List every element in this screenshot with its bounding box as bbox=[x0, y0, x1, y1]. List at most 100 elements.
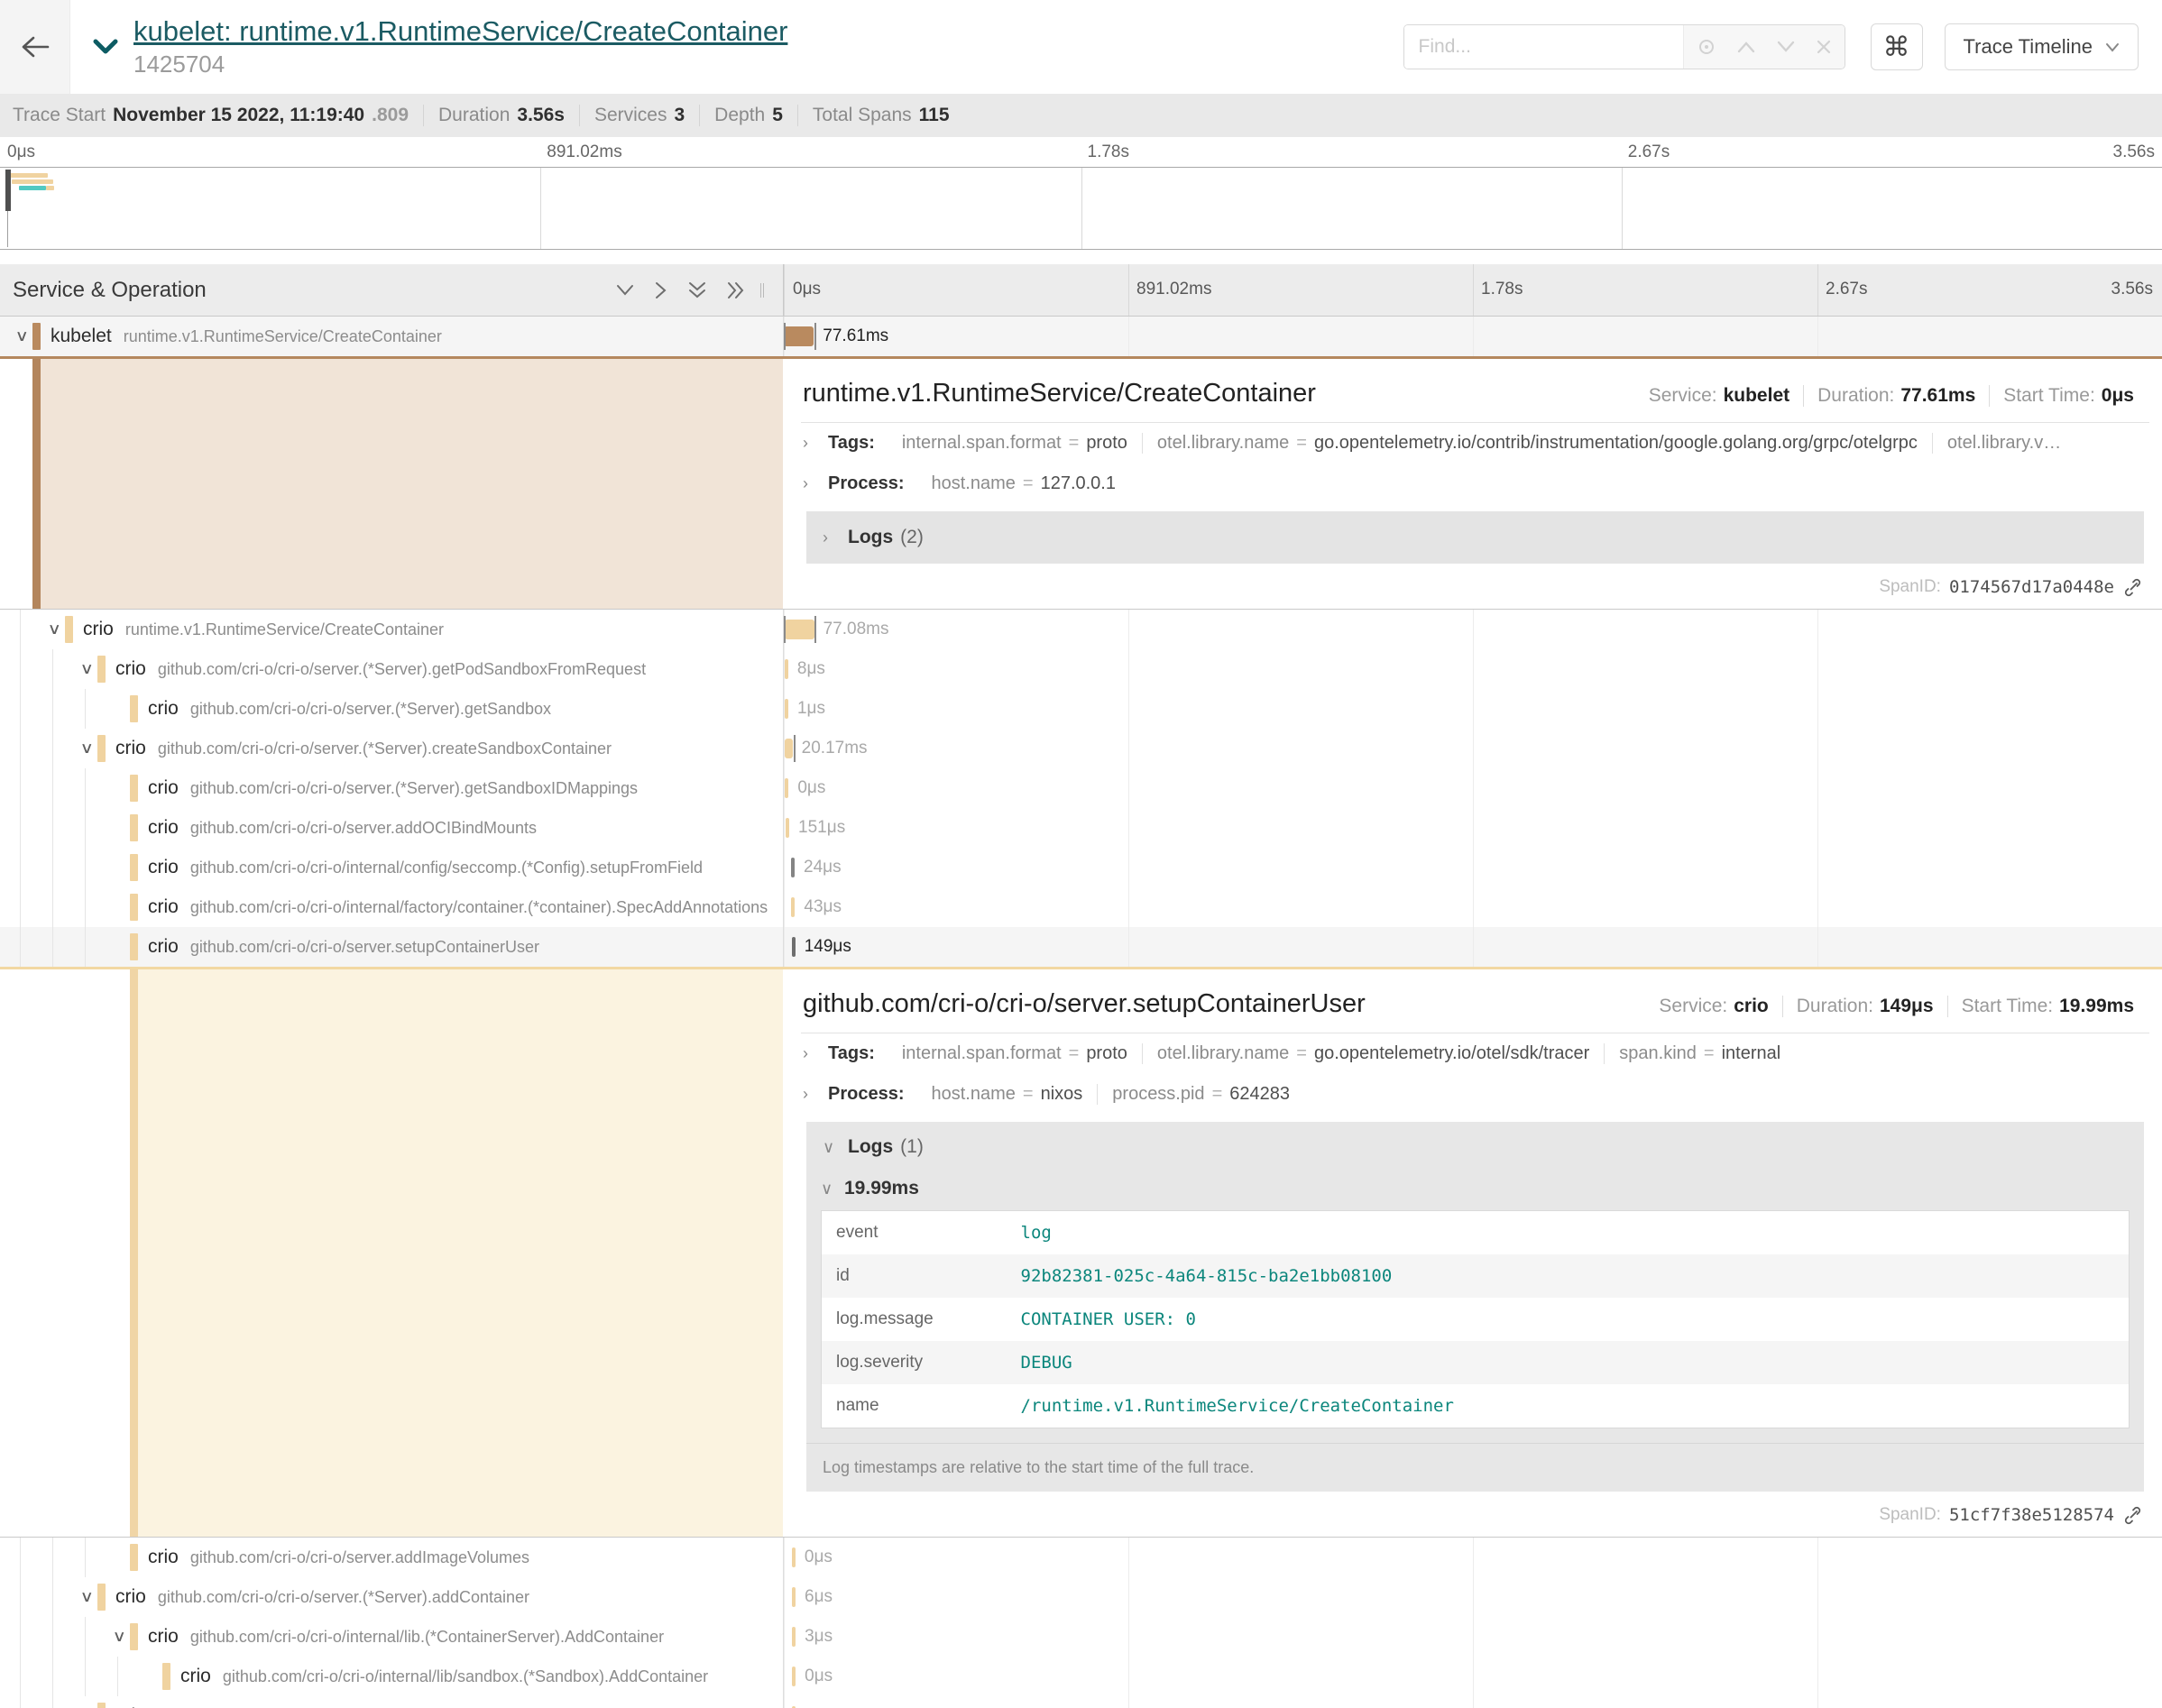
deep-link-icon[interactable] bbox=[2123, 1506, 2142, 1525]
span-detail-title: github.com/cri-o/cri-o/server.setupConta… bbox=[803, 989, 1645, 1019]
chevron-down-icon[interactable] bbox=[11, 327, 32, 345]
span-duration-bar[interactable] bbox=[786, 818, 789, 838]
back-button[interactable] bbox=[0, 0, 70, 94]
span-row[interactable]: crio github.com/cri-o/cri-o/internal/fac… bbox=[0, 887, 2162, 927]
log-entry: ∨ 19.99ms eventlog id92b82381-025c-4a64-… bbox=[806, 1172, 2144, 1428]
span-row[interactable]: crio github.com/cri-o/cri-o/internal/con… bbox=[0, 848, 2162, 887]
expand-all-double-chevron-down-icon[interactable] bbox=[687, 281, 707, 299]
trace-title-link[interactable]: kubelet: runtime.v1.RuntimeService/Creat… bbox=[133, 15, 787, 48]
find-input[interactable] bbox=[1404, 25, 1683, 69]
span-name-cell[interactable]: crio runtime.v1.RuntimeService/CreateCon… bbox=[0, 610, 783, 649]
operation-name: github.com/cri-o/cri-o/server.(*Server).… bbox=[190, 700, 551, 719]
span-name-cell[interactable]: crio github.com/cri-o/cri-o/server.(*Ser… bbox=[0, 729, 783, 768]
span-duration-bar[interactable] bbox=[785, 739, 793, 758]
span-color-bar bbox=[130, 1623, 138, 1650]
deep-link-icon[interactable] bbox=[2123, 578, 2142, 597]
span-name-cell[interactable]: crio github.com/cri-o/cri-o/server.(*Ser… bbox=[0, 649, 783, 689]
span-row[interactable]: crio github.com/cri-o/cri-o/server.(*Ser… bbox=[0, 649, 2162, 689]
span-duration-bar[interactable] bbox=[785, 620, 814, 639]
span-row[interactable]: kubelet runtime.v1.RuntimeService/Create… bbox=[0, 317, 2162, 356]
span-row[interactable]: crio github.com/cri-o/cri-o/server.(*Ser… bbox=[0, 689, 2162, 729]
span-name-cell[interactable]: kubelet runtime.v1.RuntimeService/Create… bbox=[0, 317, 783, 356]
log-field-row: log.messageCONTAINER USER: 0 bbox=[822, 1298, 2130, 1341]
find-next-chevron-down-icon[interactable] bbox=[1776, 41, 1796, 53]
span-row[interactable]: crio github.com/cri-o/cri-o/server.(*Ser… bbox=[0, 1577, 2162, 1617]
collapse-all-double-chevron-right-icon[interactable] bbox=[727, 280, 745, 300]
span-duration-bar[interactable] bbox=[791, 897, 795, 917]
span-name-cell[interactable]: crio github.com/cri-o/cri-o/server.(*Ser… bbox=[0, 1577, 783, 1617]
span-duration-bar[interactable] bbox=[791, 858, 795, 877]
span-timeline-cell[interactable]: 149μs bbox=[783, 927, 2162, 967]
span-timeline-cell[interactable]: 3μs bbox=[783, 1617, 2162, 1657]
span-timeline-cell[interactable]: 8μs bbox=[783, 649, 2162, 689]
trace-title-block: kubelet: runtime.v1.RuntimeService/Creat… bbox=[133, 15, 787, 78]
span-timeline-cell[interactable]: 20.17ms bbox=[783, 729, 2162, 768]
logs-accordion[interactable]: › Logs(2) bbox=[806, 511, 2144, 564]
span-timeline-cell[interactable]: 0μs bbox=[783, 1696, 2162, 1708]
span-name-cell[interactable]: crio github.com/cri-o/cri-o/server.(*Ser… bbox=[0, 768, 783, 808]
chevron-down-icon[interactable] bbox=[76, 739, 97, 758]
span-row[interactable]: crio github.com/cri-o/cri-o/internal/lib… bbox=[0, 1617, 2162, 1657]
locate-span-icon[interactable] bbox=[1697, 37, 1716, 57]
span-duration-bar[interactable] bbox=[785, 699, 788, 719]
tags-accordion[interactable]: › Tags: internal.span.format=proto otel.… bbox=[801, 1033, 2149, 1074]
span-name-cell[interactable]: crio github.com/cri-o/cri-o/internal/fac… bbox=[0, 887, 783, 927]
span-name-cell[interactable]: crio github.com/cri-o/cri-o/server.(*Ser… bbox=[0, 689, 783, 729]
span-duration-bar[interactable] bbox=[785, 659, 788, 679]
span-duration-bar[interactable] bbox=[785, 778, 788, 798]
minimap-canvas[interactable] bbox=[0, 167, 2162, 250]
span-name-cell[interactable]: crio github.com/cri-o/cri-o/internal/lib… bbox=[0, 1617, 783, 1657]
span-timeline-cell[interactable]: 43μs bbox=[783, 887, 2162, 927]
process-accordion[interactable]: › Process: host.name=127.0.0.1 bbox=[801, 464, 2149, 504]
service-name: crio bbox=[115, 658, 146, 680]
operation-name: runtime.v1.RuntimeService/CreateContaine… bbox=[125, 620, 444, 639]
span-row[interactable]: crio github.com/cri-o/cri-o/server.(*Ser… bbox=[0, 1696, 2162, 1708]
collapse-header-chevron-down-icon[interactable] bbox=[92, 38, 119, 56]
find-clear-close-icon[interactable] bbox=[1816, 39, 1832, 55]
span-duration-bar[interactable] bbox=[792, 1587, 796, 1607]
span-timeline-cell[interactable]: 24μs bbox=[783, 848, 2162, 887]
span-name-cell[interactable]: crio github.com/cri-o/cri-o/server.addOC… bbox=[0, 808, 783, 848]
chevron-down-icon[interactable] bbox=[76, 1588, 97, 1606]
span-row[interactable]: crio github.com/cri-o/cri-o/server.setup… bbox=[0, 927, 2162, 967]
span-duration-bar[interactable] bbox=[792, 1667, 796, 1686]
span-name-cell[interactable]: crio github.com/cri-o/cri-o/internal/lib… bbox=[0, 1657, 783, 1696]
span-timeline-cell[interactable]: 77.08ms bbox=[783, 610, 2162, 649]
span-duration-bar[interactable] bbox=[792, 1547, 796, 1567]
chevron-down-icon[interactable] bbox=[76, 660, 97, 678]
trace-view-selector[interactable]: Trace Timeline bbox=[1945, 23, 2139, 70]
keyboard-shortcuts-button[interactable]: ⌘ bbox=[1871, 23, 1923, 70]
span-name-cell[interactable]: crio github.com/cri-o/cri-o/server.(*Ser… bbox=[0, 1696, 783, 1708]
logs-accordion[interactable]: ∨ Logs(1) bbox=[806, 1122, 2144, 1172]
span-timeline-cell[interactable]: 0μs bbox=[783, 768, 2162, 808]
column-resizer-handle[interactable] bbox=[758, 283, 767, 298]
span-timeline-cell[interactable]: 0μs bbox=[783, 1657, 2162, 1696]
span-row[interactable]: crio github.com/cri-o/cri-o/server.(*Ser… bbox=[0, 729, 2162, 768]
span-timeline-cell[interactable]: 151μs bbox=[783, 808, 2162, 848]
process-accordion[interactable]: › Process: host.name=nixos process.pid=6… bbox=[801, 1074, 2149, 1115]
span-row[interactable]: crio github.com/cri-o/cri-o/internal/lib… bbox=[0, 1657, 2162, 1696]
minimap-scrubber-handle[interactable] bbox=[5, 170, 11, 211]
span-duration-bar[interactable] bbox=[792, 937, 796, 957]
span-timeline-cell[interactable]: 1μs bbox=[783, 689, 2162, 729]
span-row[interactable]: crio github.com/cri-o/cri-o/server.addOC… bbox=[0, 808, 2162, 848]
collapse-one-level-chevron-right-icon[interactable] bbox=[655, 280, 667, 300]
expand-one-level-chevron-down-icon[interactable] bbox=[615, 284, 635, 297]
span-timeline-cell[interactable]: 0μs bbox=[783, 1538, 2162, 1577]
span-timeline-cell[interactable]: 77.61ms bbox=[783, 317, 2162, 356]
span-row[interactable]: crio github.com/cri-o/cri-o/server.addIm… bbox=[0, 1538, 2162, 1577]
span-detail-gutter bbox=[0, 359, 783, 609]
chevron-down-icon[interactable] bbox=[108, 1628, 130, 1646]
span-duration-bar[interactable] bbox=[784, 326, 814, 346]
span-name-cell[interactable]: crio github.com/cri-o/cri-o/internal/con… bbox=[0, 848, 783, 887]
span-row[interactable]: crio github.com/cri-o/cri-o/server.(*Ser… bbox=[0, 768, 2162, 808]
span-name-cell[interactable]: crio github.com/cri-o/cri-o/server.setup… bbox=[0, 927, 783, 967]
find-prev-chevron-up-icon[interactable] bbox=[1736, 41, 1756, 53]
span-timeline-cell[interactable]: 6μs bbox=[783, 1577, 2162, 1617]
span-name-cell[interactable]: crio github.com/cri-o/cri-o/server.addIm… bbox=[0, 1538, 783, 1577]
tags-accordion[interactable]: › Tags: internal.span.format=proto otel.… bbox=[801, 423, 2149, 464]
chevron-down-icon[interactable] bbox=[43, 620, 65, 638]
span-row[interactable]: crio runtime.v1.RuntimeService/CreateCon… bbox=[0, 610, 2162, 649]
span-duration-bar[interactable] bbox=[792, 1627, 796, 1647]
log-entry-accordion[interactable]: ∨ 19.99ms bbox=[821, 1172, 2130, 1210]
